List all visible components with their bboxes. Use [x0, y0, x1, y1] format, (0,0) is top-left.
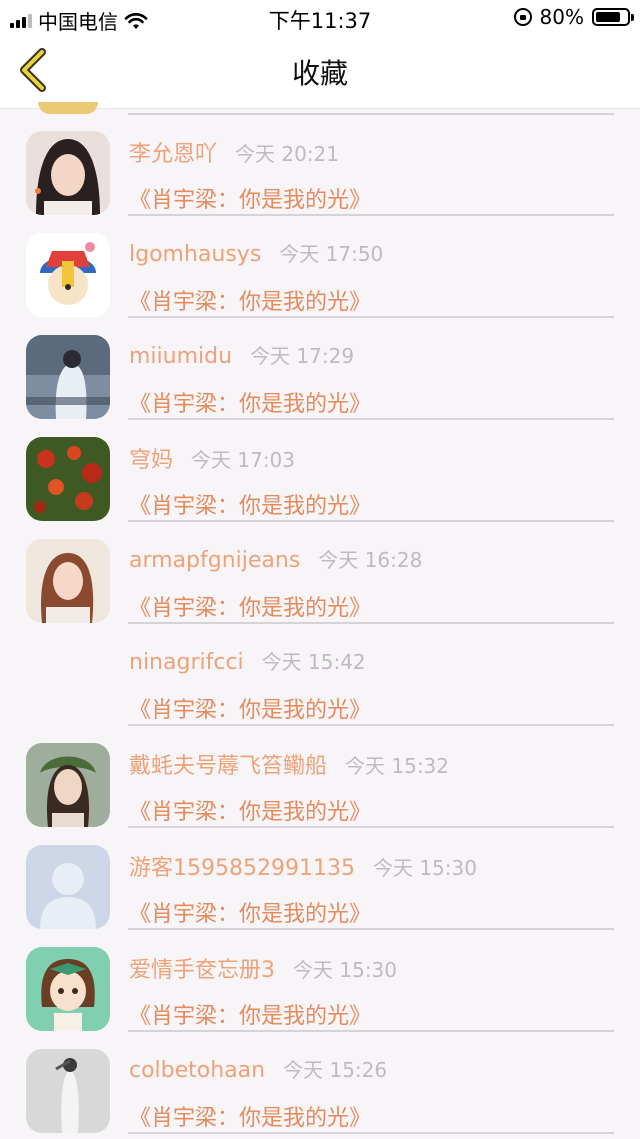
- user-name-text: ninagrifcci: [129, 650, 244, 675]
- timestamp: 今天 15:30: [372, 856, 477, 880]
- list-item[interactable]: 李允恩吖 今天 20:21 《肖宇梁：你是我的光》: [0, 108, 640, 216]
- favorite-title[interactable]: 《肖宇梁：你是我的光》: [129, 1100, 371, 1132]
- avatar[interactable]: [26, 233, 110, 317]
- timestamp: 今天 15:42: [261, 650, 366, 674]
- user-name: lgomhausys 今天 17:50: [129, 238, 383, 267]
- battery-percent: 80%: [539, 5, 584, 29]
- user-name-text: 穹妈: [129, 448, 174, 473]
- status-bar: 中国电信 下午11:37 80%: [0, 0, 640, 34]
- list-item[interactable]: 爱情手奁忘册3 今天 15:30 《肖宇梁：你是我的光》: [0, 924, 640, 1032]
- user-name: 游客1595852991135 今天 15:30: [129, 850, 477, 882]
- user-name-text: colbetohaan: [129, 1058, 266, 1083]
- rotation-lock-icon: [513, 8, 532, 26]
- timestamp: 今天 15:32: [345, 754, 450, 778]
- avatar[interactable]: [26, 1049, 110, 1133]
- list-item[interactable]: ninagrifcci 今天 15:42 《肖宇梁：你是我的光》: [0, 618, 640, 726]
- avatar[interactable]: [26, 335, 110, 419]
- page-title: 收藏: [291, 57, 348, 90]
- timestamp: 今天 16:28: [318, 548, 423, 572]
- user-name: miiumidu 今天 17:29: [129, 340, 354, 369]
- user-name-text: miiumidu: [129, 344, 233, 369]
- user-name: 爱情手奁忘册3 今天 15:30: [129, 952, 397, 984]
- battery-fill: [596, 12, 620, 22]
- avatar[interactable]: [26, 947, 110, 1031]
- nav-bar: 收藏: [0, 34, 640, 109]
- timestamp: 今天 20:21: [235, 142, 340, 166]
- user-name: ninagrifcci 今天 15:42: [129, 646, 366, 675]
- user-name: 穹妈 今天 17:03: [129, 442, 295, 474]
- list-item[interactable]: armapfgnijeans 今天 16:28 《肖宇梁：你是我的光》: [0, 516, 640, 624]
- user-name-text: lgomhausys: [129, 242, 262, 267]
- list-item[interactable]: miiumidu 今天 17:29 《肖宇梁：你是我的光》: [0, 312, 640, 420]
- user-name-text: armapfgnijeans: [129, 548, 301, 573]
- separator: [128, 1132, 614, 1134]
- user-name: colbetohaan 今天 15:26: [129, 1054, 387, 1083]
- user-name-text: 游客1595852991135: [129, 856, 355, 881]
- list-item[interactable]: lgomhausys 今天 17:50 《肖宇梁：你是我的光》: [0, 210, 640, 318]
- timestamp: 今天 17:03: [191, 448, 296, 472]
- user-name: armapfgnijeans 今天 16:28: [129, 544, 422, 573]
- avatar[interactable]: [26, 131, 110, 215]
- list-item[interactable]: 戴蚝夫号蓐飞笞鳓船 今天 15:32 《肖宇梁：你是我的光》: [0, 720, 640, 828]
- user-name: 李允恩吖 今天 20:21: [129, 136, 339, 168]
- timestamp: 今天 15:26: [283, 1058, 388, 1082]
- avatar[interactable]: [26, 437, 110, 521]
- user-name-text: 李允恩吖: [129, 142, 218, 167]
- list-item[interactable]: 穹妈 今天 17:03 《肖宇梁：你是我的光》: [0, 414, 640, 522]
- battery-icon: [592, 8, 634, 26]
- timestamp: 今天 17:29: [250, 344, 355, 368]
- user-name-text: 戴蚝夫号蓐飞笞鳓船: [129, 754, 328, 779]
- timestamp: 今天 15:30: [293, 958, 397, 982]
- list-item[interactable]: colbetohaan 今天 15:26 《肖宇梁：你是我的光》: [0, 1026, 640, 1134]
- user-name: 戴蚝夫号蓐飞笞鳓船 今天 15:32: [129, 748, 449, 780]
- avatar[interactable]: [26, 743, 110, 827]
- avatar[interactable]: [26, 845, 110, 929]
- user-name-text: 爱情手奁忘册3: [129, 958, 275, 983]
- timestamp: 今天 17:50: [279, 242, 384, 266]
- status-right: 80%: [513, 5, 634, 29]
- avatar[interactable]: [26, 539, 110, 623]
- list-item[interactable]: 游客1595852991135 今天 15:30 《肖宇梁：你是我的光》: [0, 822, 640, 930]
